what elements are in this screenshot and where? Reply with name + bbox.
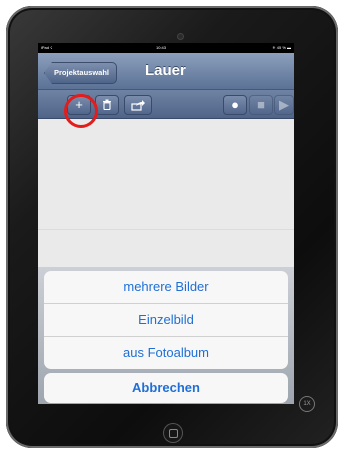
- carrier-label: iPad ☇: [41, 45, 53, 50]
- trash-icon: [102, 99, 112, 111]
- back-button[interactable]: Projektauswahl: [44, 62, 118, 84]
- time-label: 10:43: [156, 45, 167, 50]
- battery-indicator: ✳ 45 % ▬: [272, 45, 291, 50]
- home-button[interactable]: [164, 424, 182, 442]
- record-button[interactable]: ●: [223, 95, 247, 115]
- option-photo-album[interactable]: aus Fotoalbum: [44, 337, 288, 369]
- divider: [38, 229, 294, 230]
- play-button[interactable]: ▶: [274, 95, 294, 115]
- page-title: Lauer: [145, 62, 186, 79]
- status-bar: iPad ☇ 10:43 ✳ 45 % ▬: [38, 43, 294, 53]
- share-button[interactable]: [124, 95, 152, 115]
- action-sheet-options: mehrere Bilder Einzelbild aus Fotoalbum: [44, 271, 288, 369]
- highlight-circle: [64, 94, 98, 128]
- option-single-image[interactable]: Einzelbild: [44, 304, 288, 337]
- play-icon: ▶: [279, 97, 289, 112]
- navigation-bar: Projektauswahl Lauer: [38, 53, 294, 90]
- record-icon: ●: [231, 97, 239, 112]
- stop-button[interactable]: ■: [249, 95, 273, 115]
- cancel-button[interactable]: Abbrechen: [44, 373, 288, 403]
- delete-button[interactable]: [95, 95, 119, 115]
- home-icon: [169, 429, 178, 438]
- stop-icon: ■: [257, 97, 265, 112]
- share-icon: [131, 97, 145, 112]
- camera-icon: [178, 34, 183, 39]
- option-multiple-images[interactable]: mehrere Bilder: [44, 271, 288, 304]
- zoom-button[interactable]: 1X: [299, 396, 315, 412]
- action-sheet: mehrere Bilder Einzelbild aus Fotoalbum …: [38, 267, 294, 404]
